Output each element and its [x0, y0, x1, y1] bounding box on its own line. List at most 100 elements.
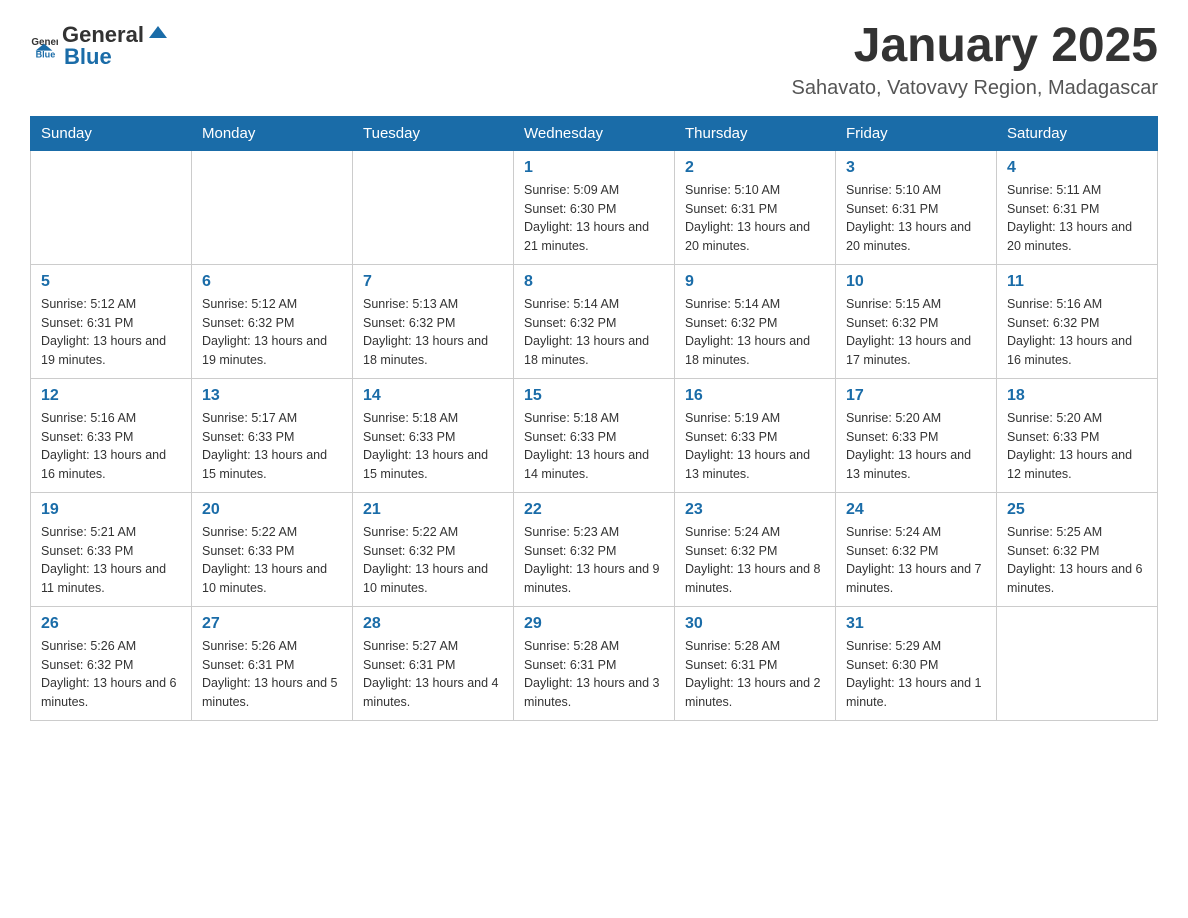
- location-title: Sahavato, Vatovavy Region, Madagascar: [791, 77, 1158, 100]
- calendar-header-sunday: Sunday: [31, 116, 192, 150]
- day-info: Sunrise: 5:14 AM Sunset: 6:32 PM Dayligh…: [524, 295, 664, 370]
- day-number: 23: [685, 501, 825, 519]
- calendar-header-wednesday: Wednesday: [514, 116, 675, 150]
- day-number: 16: [685, 387, 825, 405]
- day-number: 24: [846, 501, 986, 519]
- calendar-cell: 20 Sunrise: 5:22 AM Sunset: 6:33 PM Dayli…: [192, 492, 353, 606]
- day-info: Sunrise: 5:16 AM Sunset: 6:32 PM Dayligh…: [1007, 295, 1147, 370]
- calendar-cell: [997, 606, 1158, 720]
- day-info: Sunrise: 5:15 AM Sunset: 6:32 PM Dayligh…: [846, 295, 986, 370]
- day-info: Sunrise: 5:09 AM Sunset: 6:30 PM Dayligh…: [524, 181, 664, 256]
- day-info: Sunrise: 5:17 AM Sunset: 6:33 PM Dayligh…: [202, 409, 342, 484]
- day-info: Sunrise: 5:16 AM Sunset: 6:33 PM Dayligh…: [41, 409, 181, 484]
- day-info: Sunrise: 5:12 AM Sunset: 6:32 PM Dayligh…: [202, 295, 342, 370]
- calendar-cell: 18 Sunrise: 5:20 AM Sunset: 6:33 PM Dayli…: [997, 378, 1158, 492]
- calendar-cell: 16 Sunrise: 5:19 AM Sunset: 6:33 PM Dayli…: [675, 378, 836, 492]
- day-info: Sunrise: 5:25 AM Sunset: 6:32 PM Dayligh…: [1007, 523, 1147, 598]
- day-number: 20: [202, 501, 342, 519]
- week-row-1: 1 Sunrise: 5:09 AM Sunset: 6:30 PM Daylig…: [31, 150, 1158, 264]
- logo-triangle-icon: [147, 20, 169, 42]
- day-info: Sunrise: 5:14 AM Sunset: 6:32 PM Dayligh…: [685, 295, 825, 370]
- day-info: Sunrise: 5:20 AM Sunset: 6:33 PM Dayligh…: [1007, 409, 1147, 484]
- day-number: 21: [363, 501, 503, 519]
- day-number: 1: [524, 159, 664, 177]
- day-info: Sunrise: 5:19 AM Sunset: 6:33 PM Dayligh…: [685, 409, 825, 484]
- calendar-cell: 4Sunrise: 5:11 AM Sunset: 6:31 PM Daylig…: [997, 150, 1158, 264]
- calendar-cell: 17Sunrise: 5:20 AM Sunset: 6:33 PM Dayli…: [836, 378, 997, 492]
- day-number: 19: [41, 501, 181, 519]
- day-number: 28: [363, 615, 503, 633]
- calendar-cell: 26Sunrise: 5:26 AM Sunset: 6:32 PM Dayli…: [31, 606, 192, 720]
- day-info: Sunrise: 5:29 AM Sunset: 6:30 PM Dayligh…: [846, 637, 986, 712]
- calendar-cell: [31, 150, 192, 264]
- day-info: Sunrise: 5:24 AM Sunset: 6:32 PM Dayligh…: [846, 523, 986, 598]
- day-info: Sunrise: 5:13 AM Sunset: 6:32 PM Dayligh…: [363, 295, 503, 370]
- day-info: Sunrise: 5:18 AM Sunset: 6:33 PM Dayligh…: [363, 409, 503, 484]
- calendar-cell: 10 Sunrise: 5:15 AM Sunset: 6:32 PM Dayli…: [836, 264, 997, 378]
- day-info: Sunrise: 5:10 AM Sunset: 6:31 PM Dayligh…: [685, 181, 825, 256]
- calendar-cell: 7 Sunrise: 5:13 AM Sunset: 6:32 PM Daylig…: [353, 264, 514, 378]
- calendar-header-row: SundayMondayTuesdayWednesdayThursdayFrid…: [31, 116, 1158, 150]
- day-info: Sunrise: 5:26 AM Sunset: 6:32 PM Dayligh…: [41, 637, 181, 712]
- day-info: Sunrise: 5:28 AM Sunset: 6:31 PM Dayligh…: [685, 637, 825, 712]
- calendar-cell: 2Sunrise: 5:10 AM Sunset: 6:31 PM Daylig…: [675, 150, 836, 264]
- calendar-cell: [192, 150, 353, 264]
- week-row-5: 26Sunrise: 5:26 AM Sunset: 6:32 PM Dayli…: [31, 606, 1158, 720]
- calendar-cell: 31Sunrise: 5:29 AM Sunset: 6:30 PM Dayli…: [836, 606, 997, 720]
- logo-icon: General Blue: [30, 31, 58, 59]
- calendar-cell: 23 Sunrise: 5:24 AM Sunset: 6:32 PM Dayli…: [675, 492, 836, 606]
- day-number: 11: [1007, 273, 1147, 291]
- calendar-header-monday: Monday: [192, 116, 353, 150]
- calendar-table: SundayMondayTuesdayWednesdayThursdayFrid…: [30, 116, 1158, 721]
- calendar-cell: 25 Sunrise: 5:25 AM Sunset: 6:32 PM Dayli…: [997, 492, 1158, 606]
- logo-blue-text: Blue: [64, 44, 112, 69]
- page-header: General Blue General Blue January 2025 S…: [30, 20, 1158, 100]
- calendar-cell: 19 Sunrise: 5:21 AM Sunset: 6:33 PM Dayli…: [31, 492, 192, 606]
- day-info: Sunrise: 5:24 AM Sunset: 6:32 PM Dayligh…: [685, 523, 825, 598]
- day-number: 7: [363, 273, 503, 291]
- day-info: Sunrise: 5:21 AM Sunset: 6:33 PM Dayligh…: [41, 523, 181, 598]
- day-number: 14: [363, 387, 503, 405]
- calendar-cell: 9Sunrise: 5:14 AM Sunset: 6:32 PM Daylig…: [675, 264, 836, 378]
- day-number: 27: [202, 615, 342, 633]
- day-number: 18: [1007, 387, 1147, 405]
- day-number: 30: [685, 615, 825, 633]
- day-info: Sunrise: 5:23 AM Sunset: 6:32 PM Dayligh…: [524, 523, 664, 598]
- day-number: 3: [846, 159, 986, 177]
- calendar-cell: 3 Sunrise: 5:10 AM Sunset: 6:31 PM Daylig…: [836, 150, 997, 264]
- calendar-cell: 27Sunrise: 5:26 AM Sunset: 6:31 PM Dayli…: [192, 606, 353, 720]
- day-number: 29: [524, 615, 664, 633]
- day-number: 13: [202, 387, 342, 405]
- day-info: Sunrise: 5:18 AM Sunset: 6:33 PM Dayligh…: [524, 409, 664, 484]
- calendar-header-tuesday: Tuesday: [353, 116, 514, 150]
- calendar-cell: [353, 150, 514, 264]
- day-number: 25: [1007, 501, 1147, 519]
- day-info: Sunrise: 5:27 AM Sunset: 6:31 PM Dayligh…: [363, 637, 503, 712]
- day-number: 15: [524, 387, 664, 405]
- day-info: Sunrise: 5:28 AM Sunset: 6:31 PM Dayligh…: [524, 637, 664, 712]
- day-number: 10: [846, 273, 986, 291]
- svg-text:Blue: Blue: [36, 50, 56, 59]
- day-number: 12: [41, 387, 181, 405]
- calendar-cell: 5Sunrise: 5:12 AM Sunset: 6:31 PM Daylig…: [31, 264, 192, 378]
- calendar-cell: 24 Sunrise: 5:24 AM Sunset: 6:32 PM Dayli…: [836, 492, 997, 606]
- calendar-cell: 15 Sunrise: 5:18 AM Sunset: 6:33 PM Dayli…: [514, 378, 675, 492]
- title-section: January 2025 Sahavato, Vatovavy Region, …: [791, 20, 1158, 100]
- day-number: 6: [202, 273, 342, 291]
- week-row-4: 19 Sunrise: 5:21 AM Sunset: 6:33 PM Dayli…: [31, 492, 1158, 606]
- day-number: 4: [1007, 159, 1147, 177]
- calendar-header-saturday: Saturday: [997, 116, 1158, 150]
- month-title: January 2025: [791, 20, 1158, 73]
- day-info: Sunrise: 5:10 AM Sunset: 6:31 PM Dayligh…: [846, 181, 986, 256]
- calendar-cell: 14 Sunrise: 5:18 AM Sunset: 6:33 PM Dayli…: [353, 378, 514, 492]
- calendar-cell: 11 Sunrise: 5:16 AM Sunset: 6:32 PM Dayli…: [997, 264, 1158, 378]
- day-info: Sunrise: 5:20 AM Sunset: 6:33 PM Dayligh…: [846, 409, 986, 484]
- calendar-cell: 6 Sunrise: 5:12 AM Sunset: 6:32 PM Daylig…: [192, 264, 353, 378]
- calendar-cell: 12 Sunrise: 5:16 AM Sunset: 6:33 PM Dayli…: [31, 378, 192, 492]
- day-info: Sunrise: 5:22 AM Sunset: 6:33 PM Dayligh…: [202, 523, 342, 598]
- logo: General Blue General Blue: [30, 20, 170, 70]
- calendar-cell: 21Sunrise: 5:22 AM Sunset: 6:32 PM Dayli…: [353, 492, 514, 606]
- calendar-header-thursday: Thursday: [675, 116, 836, 150]
- day-number: 5: [41, 273, 181, 291]
- calendar-header-friday: Friday: [836, 116, 997, 150]
